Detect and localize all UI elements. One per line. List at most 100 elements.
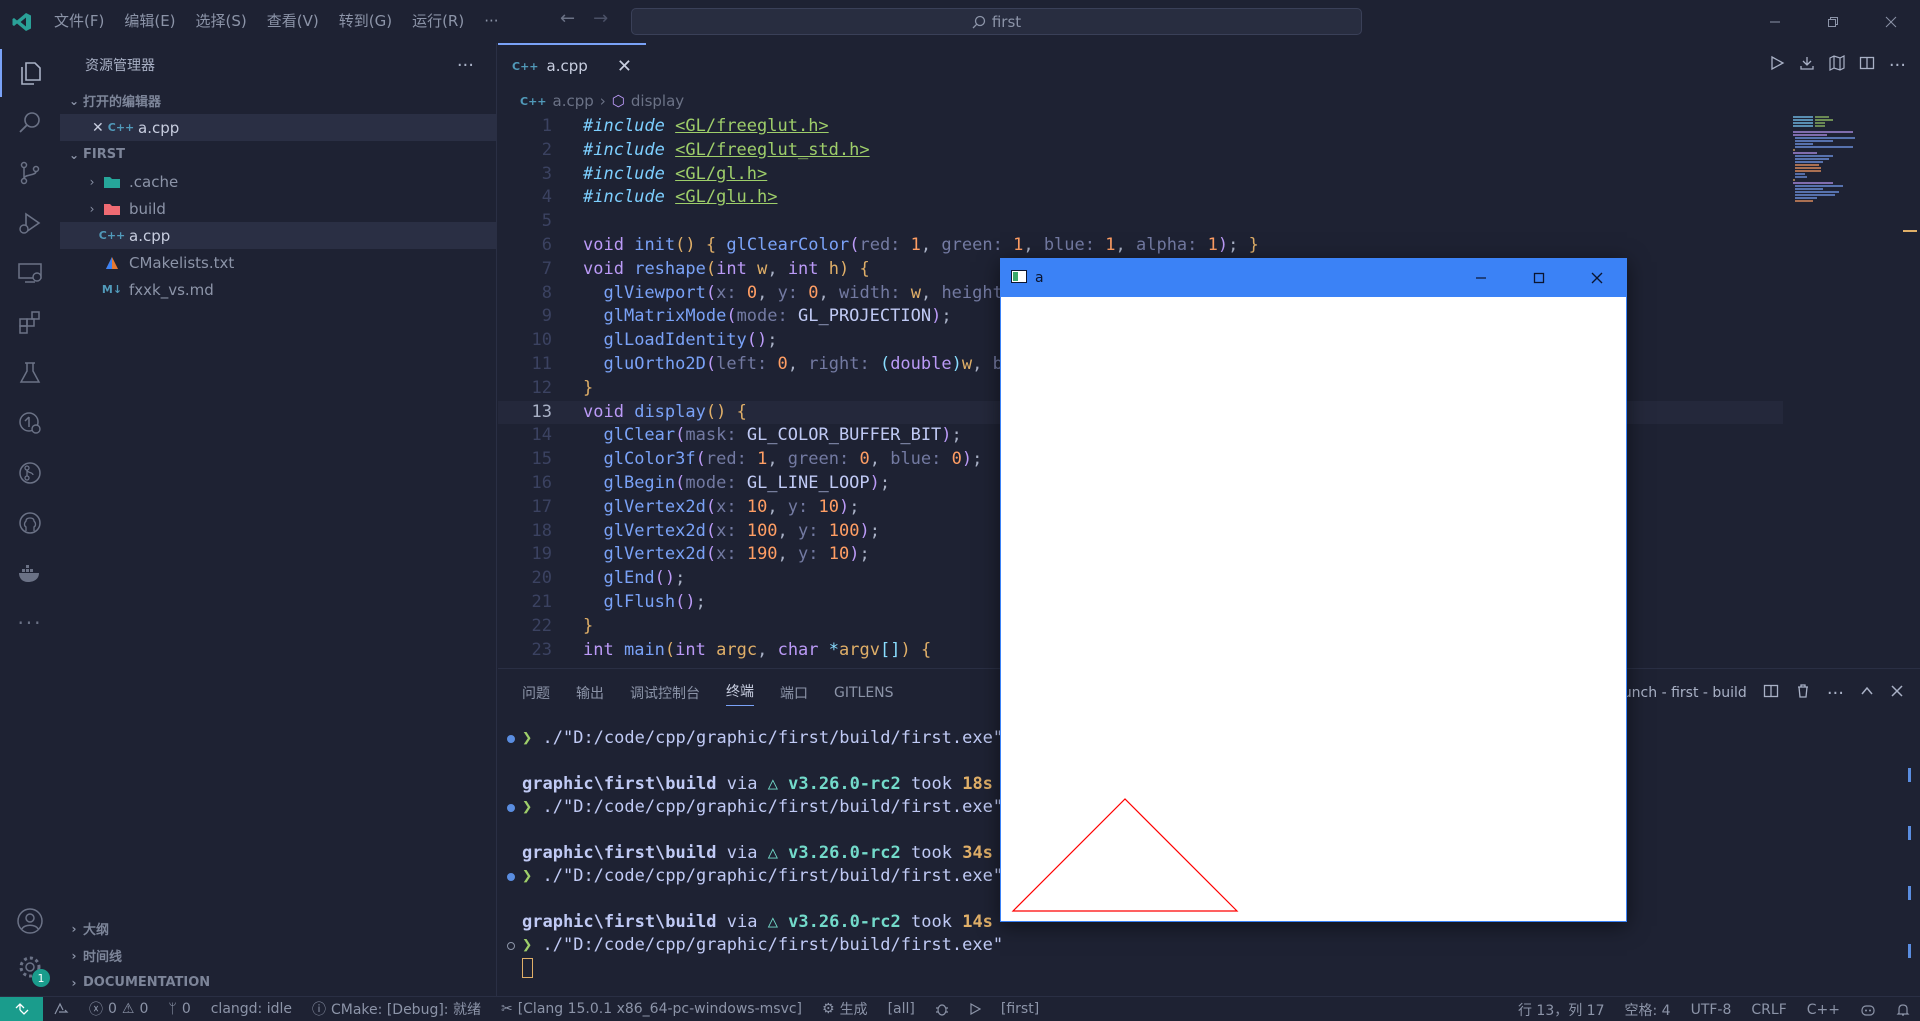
tree-item-build[interactable]: › build	[60, 195, 496, 222]
tab-terminal[interactable]: 终端	[726, 681, 754, 706]
gl-window-title-bar[interactable]: a	[1001, 259, 1626, 297]
menu-more[interactable]: ···	[474, 0, 508, 43]
tree-item-label: CMakelists.txt	[129, 253, 235, 272]
editor-more-icon[interactable]: ···	[1889, 55, 1906, 76]
search-view-icon[interactable]	[0, 99, 60, 147]
menu-go[interactable]: 转到(G)	[329, 0, 402, 43]
sidebar-more-icon[interactable]: ···	[457, 55, 474, 76]
extensions-icon[interactable]	[0, 299, 60, 347]
restore-button[interactable]	[1804, 0, 1862, 43]
menu-run[interactable]: 运行(R)	[402, 0, 474, 43]
menu-view[interactable]: 查看(V)	[257, 0, 329, 43]
remote-indicator-button[interactable]	[0, 996, 43, 1021]
tree-item-fxxk-vs-md[interactable]: M↓ fxxk_vs.md	[60, 276, 496, 303]
copilot-icon[interactable]	[1850, 1003, 1886, 1017]
split-editor-icon[interactable]	[1859, 55, 1875, 75]
open-preview-icon[interactable]	[1829, 55, 1845, 75]
opengl-window[interactable]: a	[1000, 258, 1627, 922]
code-text: glColor3f(red: 1, green: 0, blue: 0);	[603, 449, 983, 470]
timeline-label: 时间线	[83, 950, 123, 965]
clangd-status[interactable]: clangd: idle	[201, 1001, 302, 1017]
run-debug-icon[interactable]	[0, 199, 60, 247]
command-center-search[interactable]: first	[631, 8, 1362, 35]
tab-close-icon[interactable]: ✕	[617, 56, 632, 77]
tab-output[interactable]: 输出	[576, 683, 604, 703]
build-target-status[interactable]: [all]	[878, 1001, 925, 1017]
gl-canvas[interactable]	[1001, 297, 1626, 921]
debug-bug-icon[interactable]	[925, 1002, 959, 1016]
cpp-file-icon: C++	[520, 94, 547, 108]
documentation-section[interactable]: › DOCUMENTATION	[60, 969, 496, 996]
tab-ports[interactable]: 端口	[780, 683, 808, 703]
notifications-bell-icon[interactable]	[1886, 1003, 1920, 1017]
cmake-icon[interactable]	[0, 399, 60, 447]
cmake-kit-status[interactable]: ✂ [Clang 15.0.1 x86_64-pc-windows-msvc]	[491, 1001, 812, 1017]
tab-problems[interactable]: 问题	[522, 683, 550, 703]
docker-icon[interactable]	[0, 549, 60, 597]
kill-terminal-icon[interactable]	[1795, 683, 1811, 703]
menu-selection[interactable]: 选择(S)	[186, 0, 257, 43]
indentation-status[interactable]: 空格: 4	[1615, 1000, 1681, 1020]
command-decoration-icon	[507, 942, 515, 950]
tab-gitlens[interactable]: GITLENS	[834, 685, 894, 701]
code-line[interactable]: 6 void init() { glClearColor(red: 1, gree…	[498, 234, 1783, 258]
gl-maximize-button[interactable]	[1510, 259, 1568, 297]
cmake-status[interactable]: ⓘ CMake: [Debug]: 就绪	[302, 999, 491, 1019]
minimize-button[interactable]	[1746, 0, 1804, 43]
cmake-build-button[interactable]: ⚙ 生成	[812, 999, 878, 1019]
tab-a-cpp[interactable]: C++ a.cpp ✕	[498, 43, 646, 87]
close-panel-icon[interactable]	[1890, 684, 1904, 702]
folder-section-first[interactable]: ⌄ FIRST	[60, 141, 496, 168]
code-line[interactable]: 3 #include <GL/gl.h>	[498, 163, 1783, 187]
download-icon[interactable]	[1799, 55, 1815, 75]
live-share-status[interactable]	[43, 1002, 79, 1016]
forward-arrow-icon[interactable]: →	[593, 8, 608, 29]
close-window-button[interactable]	[1862, 0, 1920, 43]
breadcrumb-file[interactable]: a.cpp	[553, 92, 594, 110]
gitlens-icon[interactable]	[0, 449, 60, 497]
terminal-line	[498, 957, 1498, 980]
chevron-right-icon: ›	[89, 201, 95, 216]
split-terminal-icon[interactable]	[1763, 683, 1779, 703]
remote-explorer-icon[interactable]	[0, 249, 60, 297]
tree-item-cache[interactable]: › .cache	[60, 168, 496, 195]
language-mode-status[interactable]: C++	[1797, 1002, 1850, 1018]
github-icon[interactable]	[0, 499, 60, 547]
eol-status[interactable]: CRLF	[1741, 1002, 1796, 1018]
run-file-icon[interactable]	[1769, 55, 1785, 75]
tab-debug-console[interactable]: 调试控制台	[630, 683, 700, 703]
code-line[interactable]: 1 #include <GL/freeglut.h>	[498, 115, 1783, 139]
terminal-name[interactable]: aunch - first - build	[1614, 685, 1747, 701]
settings-gear-icon[interactable]: 1	[0, 943, 60, 991]
code-line[interactable]: 5	[498, 210, 1783, 234]
problems-status[interactable]: ⓧ 0 ⚠ 0	[79, 999, 158, 1019]
back-arrow-icon[interactable]: ←	[560, 8, 575, 29]
gl-close-button[interactable]	[1568, 259, 1626, 297]
source-control-icon[interactable]	[0, 149, 60, 197]
maximize-panel-icon[interactable]	[1860, 684, 1874, 702]
launch-target-status[interactable]: [first]	[991, 1001, 1049, 1017]
minimap[interactable]	[1783, 115, 1917, 663]
explorer-icon[interactable]	[0, 49, 60, 97]
ports-status[interactable]: ᛘ0	[158, 1001, 200, 1017]
breadcrumb-symbol[interactable]: display	[631, 92, 684, 110]
launch-icon[interactable]	[959, 1003, 991, 1015]
tree-item-a-cpp[interactable]: C++ a.cpp	[60, 222, 496, 249]
outline-section[interactable]: › 大纲	[60, 915, 496, 942]
testing-icon[interactable]	[0, 349, 60, 397]
account-icon[interactable]	[0, 897, 60, 945]
tree-item-cmakelists[interactable]: CMakelists.txt	[60, 249, 496, 276]
encoding-status[interactable]: UTF-8	[1681, 1002, 1742, 1018]
menu-edit[interactable]: 编辑(E)	[114, 0, 185, 43]
menu-file[interactable]: 文件(F)	[44, 0, 114, 43]
code-line[interactable]: 2 #include <GL/freeglut_std.h>	[498, 139, 1783, 163]
open-editor-item[interactable]: ✕ C++ a.cpp	[60, 114, 496, 141]
timeline-section[interactable]: › 时间线	[60, 942, 496, 969]
line-number: 11	[531, 353, 552, 374]
panel-more-icon[interactable]: ···	[1827, 683, 1844, 704]
cursor-position[interactable]: 行 13，列 17	[1508, 1000, 1615, 1020]
more-views-icon[interactable]: ···	[0, 599, 60, 647]
code-line[interactable]: 4 #include <GL/glu.h>	[498, 186, 1783, 210]
gl-minimize-button[interactable]	[1452, 259, 1510, 297]
open-editors-section[interactable]: ⌄ 打开的编辑器	[60, 87, 496, 114]
